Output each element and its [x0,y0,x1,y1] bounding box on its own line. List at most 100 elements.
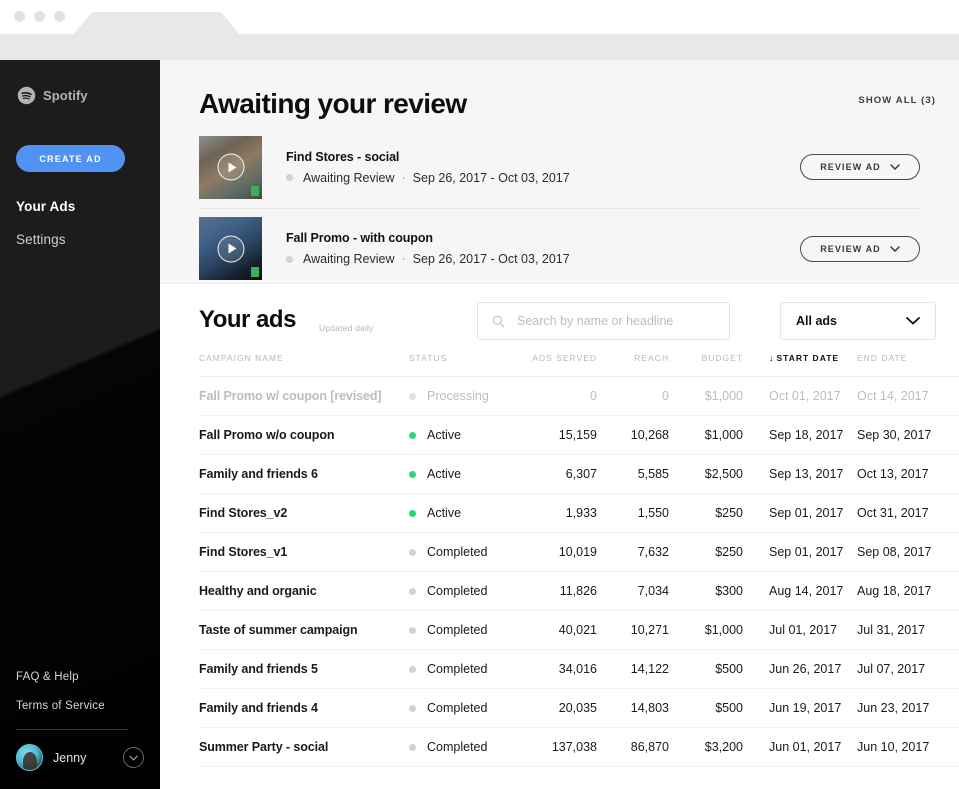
review-item-meta: Fall Promo - with coupon Awaiting Review… [286,231,800,266]
cell-status: Active [409,454,505,494]
cell-reach: 14,122 [597,649,669,689]
row-actions-button[interactable]: ••• [939,727,959,767]
row-actions-button[interactable]: ••• [939,571,959,611]
table-header-row: CAMPAIGN NAME STATUS ADS SERVED REACH BU… [199,353,959,377]
table-row[interactable]: Taste of summer campaign Completed 40,021 1… [199,610,959,650]
cell-start-date: Jun 26, 2017 [743,649,843,689]
review-item-dates: Sep 26, 2017 - Oct 03, 2017 [412,252,570,266]
cell-campaign-name[interactable]: Healthy and organic [199,571,409,611]
search-input[interactable] [517,314,715,328]
review-item-status: Awaiting Review [303,252,395,266]
faq-help-link[interactable]: FAQ & Help [16,671,144,683]
cell-reach: 5,585 [597,454,669,494]
close-window-dot[interactable] [14,11,25,22]
row-actions-button[interactable]: ••• [939,610,959,650]
table-row[interactable]: Summer Party - social Completed 137,038 86,… [199,727,959,767]
your-ads-title: Your ads [199,306,296,333]
minimize-window-dot[interactable] [34,11,45,22]
table-row[interactable]: Family and friends 6 Active 6,307 5,585 $2,5… [199,454,959,494]
cell-end-date: Jun 23, 2017 [843,688,939,728]
column-header-ads-served[interactable]: ADS SERVED [505,353,597,377]
cell-status: Completed [409,727,505,767]
cell-status: Completed [409,649,505,689]
cell-campaign-name[interactable]: Fall Promo w/o coupon [199,415,409,455]
chevron-down-icon[interactable] [123,747,144,768]
column-header-status[interactable]: STATUS [409,353,505,377]
create-ad-button[interactable]: CREATE AD [16,145,125,172]
cell-budget: $1,000 [669,610,743,650]
cell-ads-served: 10,019 [505,532,597,572]
cell-ads-served: 0 [505,376,597,416]
cell-end-date: Aug 18, 2017 [843,571,939,611]
ad-thumbnail[interactable] [199,135,262,199]
sidebar: Spotify CREATE AD Your Ads Settings FAQ … [0,60,160,789]
terms-of-service-link[interactable]: Terms of Service [16,700,144,712]
play-icon[interactable] [217,153,244,181]
status-badge: Completed [427,584,488,598]
status-dot-icon [409,587,416,595]
browser-tab[interactable] [74,12,239,34]
cell-campaign-name[interactable]: Find Stores_v2 [199,493,409,533]
maximize-window-dot[interactable] [54,11,65,22]
column-header-budget[interactable]: BUDGET [669,353,743,377]
row-actions-button[interactable]: ••• [939,376,959,416]
awaiting-review-section: Awaiting your review SHOW ALL (3) Find S… [160,60,959,284]
column-header-start-date[interactable]: ↓ START DATE [743,353,843,377]
ad-thumbnail[interactable] [199,217,262,280]
column-header-reach[interactable]: REACH [597,353,669,377]
row-actions-button[interactable]: ••• [939,415,959,455]
cell-end-date: Sep 30, 2017 [843,415,939,455]
cell-campaign-name[interactable]: Summer Party - social [199,727,409,767]
cell-campaign-name[interactable]: Family and friends 6 [199,454,409,494]
cell-start-date: Sep 01, 2017 [743,532,843,572]
row-actions-button[interactable]: ••• [939,649,959,689]
user-name: Jenny [53,750,87,765]
row-actions-button[interactable]: ••• [939,493,959,533]
table-row[interactable]: Find Stores_v2 Active 1,933 1,550 $250 Sep 01… [199,493,959,533]
review-item-meta: Find Stores - social Awaiting Review · S… [286,150,800,185]
your-ads-header: Your ads Updated daily All ads [199,284,936,353]
cell-campaign-name[interactable]: Fall Promo w/ coupon [revised] [199,376,409,416]
review-item-status-row: Awaiting Review · Sep 26, 2017 - Oct 03,… [286,252,800,266]
cell-budget: $500 [669,649,743,689]
table-row[interactable]: Family and friends 5 Completed 34,016 14,12… [199,649,959,689]
cell-campaign-name[interactable]: Family and friends 5 [199,649,409,689]
status-badge: Completed [427,740,488,754]
window-traffic-lights [14,11,65,22]
status-dot-icon [409,626,416,634]
table-row[interactable]: Fall Promo w/ coupon [revised] Processing… [199,376,959,416]
column-header-campaign-name[interactable]: CAMPAIGN NAME [199,353,409,377]
cell-campaign-name[interactable]: Find Stores_v1 [199,532,409,572]
table-row[interactable]: Healthy and organic Completed 11,826 7,034 $… [199,571,959,611]
review-ad-button[interactable]: REVIEW AD [800,235,920,262]
cell-reach: 0 [597,376,669,416]
ads-table-body: Fall Promo w/ coupon [revised] Processing… [199,376,959,767]
status-badge: Completed [427,662,488,676]
column-header-end-date[interactable]: END DATE [843,353,939,377]
status-dot-icon [286,255,293,263]
search-box[interactable] [477,302,730,340]
table-row[interactable]: Find Stores_v1 Completed 10,019 7,632 $250 Se… [199,532,959,572]
cell-reach: 1,550 [597,493,669,533]
ads-filter-select[interactable]: All ads [780,302,936,340]
review-ad-button[interactable]: REVIEW AD [800,154,920,180]
row-actions-button[interactable]: ••• [939,532,959,572]
sidebar-item-your-ads[interactable]: Your Ads [16,199,144,214]
chrome-toolbar-strip [0,34,959,60]
row-actions-button[interactable]: ••• [939,454,959,494]
cell-end-date: Oct 13, 2017 [843,454,939,494]
cell-status: Completed [409,610,505,650]
sidebar-item-settings[interactable]: Settings [16,232,144,247]
table-row[interactable]: Fall Promo w/o coupon Active 15,159 10,268 $… [199,415,959,455]
cell-campaign-name[interactable]: Taste of summer campaign [199,610,409,650]
user-account-row[interactable]: Jenny [16,744,144,771]
cell-status: Active [409,493,505,533]
table-row[interactable]: Family and friends 4 Completed 20,035 14,80… [199,688,959,728]
review-ad-button-label: REVIEW AD [820,243,881,254]
cell-budget: $300 [669,571,743,611]
cell-campaign-name[interactable]: Family and friends 4 [199,688,409,728]
row-actions-button[interactable]: ••• [939,688,959,728]
show-all-link[interactable]: SHOW ALL (3) [858,95,936,106]
cell-budget: $1,000 [669,415,743,455]
play-icon[interactable] [217,235,244,262]
